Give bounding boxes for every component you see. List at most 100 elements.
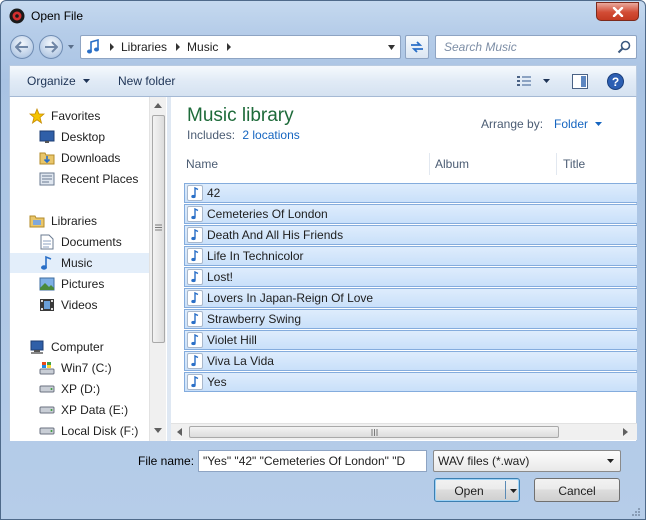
library-title: Music library	[187, 105, 294, 126]
breadcrumb-libraries[interactable]: Libraries	[121, 40, 167, 54]
search-icon[interactable]	[617, 40, 631, 54]
scroll-left-icon[interactable]	[176, 428, 182, 436]
back-arrow-icon	[15, 41, 28, 53]
hard-drive-icon	[39, 427, 55, 435]
hard-drive-icon	[39, 385, 55, 393]
navigation-scroll-thumb[interactable]	[152, 115, 165, 343]
arrange-by-dropdown[interactable]: Folder	[554, 117, 603, 131]
forward-button[interactable]	[39, 35, 63, 59]
file-row[interactable]: Violet Hill	[184, 330, 637, 350]
grip-icon	[155, 224, 162, 231]
dialog-footer: File name: "Yes" "42" "Cemeteries Of Lon…	[1, 441, 645, 520]
arrange-by-value: Folder	[554, 117, 589, 131]
file-row[interactable]: Cemeteries Of London	[184, 204, 637, 224]
file-row[interactable]: Death And All His Friends	[184, 225, 637, 245]
chevron-down-icon	[595, 122, 603, 126]
file-row[interactable]: Viva La Vida	[184, 351, 637, 371]
address-dropdown-icon[interactable]	[387, 44, 396, 51]
breadcrumb-music[interactable]: Music	[187, 40, 218, 54]
new-folder-button[interactable]: New folder	[118, 74, 175, 88]
file-type-select[interactable]: WAV files (*.wav)	[433, 450, 621, 472]
nav-item-label: Documents	[61, 235, 122, 249]
nav-item-label: Downloads	[61, 151, 121, 165]
breadcrumb-chevron-icon[interactable]	[173, 42, 183, 52]
refresh-button[interactable]	[405, 35, 429, 59]
nav-item-label: Local Disk (F:)	[61, 424, 139, 438]
nav-item-music[interactable]: Music	[10, 253, 150, 273]
file-name: Cemeteries Of London	[207, 207, 328, 221]
view-options-icon[interactable]	[516, 74, 532, 88]
open-label: Open	[454, 484, 484, 498]
nav-item-label: Videos	[61, 298, 98, 312]
audio-file-icon	[191, 355, 199, 367]
documents-icon	[40, 234, 54, 250]
pictures-icon	[39, 277, 55, 291]
title-bar[interactable]: Open File	[1, 1, 645, 31]
file-row[interactable]: Life In Technicolor	[184, 246, 637, 266]
view-chevron-down-icon[interactable]	[542, 78, 551, 84]
organize-button[interactable]: Organize	[27, 74, 91, 88]
file-name-input[interactable]: "Yes" "42" "Cemeteries Of London" "D	[198, 450, 427, 472]
audio-file-icon	[191, 292, 199, 304]
preview-pane-icon[interactable]	[572, 74, 588, 89]
search-placeholder: Search Music	[444, 40, 517, 54]
open-button[interactable]: Open	[434, 478, 520, 502]
column-divider[interactable]	[429, 153, 430, 175]
file-row[interactable]: Strawberry Swing	[184, 309, 637, 329]
library-locations-link[interactable]: 2 locations	[242, 128, 299, 142]
includes-label: Includes:	[187, 128, 236, 142]
music-note-icon	[41, 255, 52, 270]
file-name: Life In Technicolor	[207, 249, 304, 263]
back-button[interactable]	[10, 35, 34, 59]
music-note-icon	[87, 39, 99, 54]
file-list-scrollbar[interactable]	[171, 423, 637, 440]
open-options-chevron-icon[interactable]	[509, 488, 518, 494]
audio-file-icon	[191, 271, 199, 283]
command-toolbar: Organize New folder ?	[9, 65, 637, 97]
nav-libraries-label: Libraries	[51, 214, 98, 228]
file-list-scroll-thumb[interactable]	[189, 426, 559, 438]
navigation-pane: Favorites Desktop Downloads Recent Place…	[9, 97, 167, 441]
scroll-down-icon[interactable]	[154, 428, 162, 434]
file-row[interactable]: 42	[184, 183, 637, 203]
star-icon	[29, 108, 45, 124]
nav-favorites[interactable]: Favorites	[28, 106, 168, 126]
file-list: 42 Cemeteries Of London Death And All Hi…	[184, 183, 637, 393]
grip-icon	[371, 429, 378, 436]
resize-grip-icon[interactable]	[630, 506, 641, 517]
scroll-up-icon[interactable]	[154, 102, 162, 108]
nav-libraries[interactable]: Libraries	[28, 211, 168, 231]
audio-file-icon	[191, 229, 199, 241]
nav-item-label: XP (D:)	[61, 382, 101, 396]
close-button[interactable]	[596, 2, 639, 21]
file-name: Yes	[207, 375, 227, 389]
recent-pages-chevron-icon[interactable]	[67, 43, 75, 51]
search-input[interactable]: Search Music	[435, 35, 637, 59]
nav-computer[interactable]: Computer	[28, 337, 168, 357]
address-bar[interactable]: Libraries Music	[80, 35, 401, 59]
help-icon[interactable]: ?	[607, 73, 624, 90]
column-name[interactable]: Name	[186, 157, 218, 171]
chevron-down-icon	[82, 79, 90, 83]
breadcrumb-chevron-icon[interactable]	[107, 42, 117, 52]
navigation-scrollbar[interactable]	[149, 97, 166, 441]
file-type-value: WAV files (*.wav)	[438, 454, 530, 468]
hard-drive-icon	[39, 406, 55, 414]
column-title[interactable]: Title	[563, 157, 585, 171]
file-row[interactable]: Yes	[184, 372, 637, 392]
recent-places-icon	[39, 172, 55, 186]
audio-file-icon	[191, 187, 199, 199]
column-album[interactable]: Album	[435, 157, 469, 171]
file-name: 42	[207, 186, 221, 200]
file-row[interactable]: Lovers In Japan-Reign Of Love	[184, 288, 637, 308]
downloads-folder-icon	[39, 152, 55, 165]
file-row[interactable]: Lost!	[184, 267, 637, 287]
cancel-button[interactable]: Cancel	[534, 478, 620, 502]
audio-file-icon	[191, 208, 199, 220]
column-divider[interactable]	[556, 153, 557, 175]
column-header: Name Album Title	[171, 153, 637, 175]
forward-arrow-icon	[45, 41, 58, 53]
scroll-right-icon[interactable]	[623, 428, 629, 436]
nav-item-label: Desktop	[61, 130, 106, 144]
breadcrumb-chevron-icon[interactable]	[224, 42, 234, 52]
